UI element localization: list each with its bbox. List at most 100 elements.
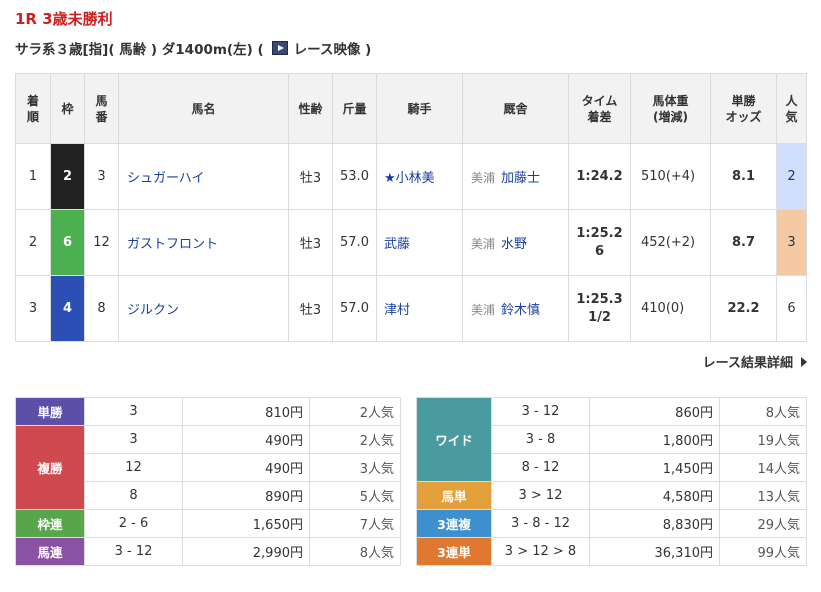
weight-carried: 53.0 <box>332 143 377 210</box>
bet-type-1: 複勝 <box>15 425 85 510</box>
popularity: 2 <box>776 143 807 210</box>
payout-amount: 4,580円 <box>589 481 720 510</box>
payout-row: 3連単 3 > 12 > 8 36,310円 99人気 <box>416 537 807 566</box>
payout-table-right: ワイド 3 - 12 860円 8人気 3 - 8 1,800円 19人気 8 - 12 1,4… <box>416 397 807 566</box>
win-odds: 22.2 <box>710 275 777 342</box>
jockey-link[interactable]: 武藤 <box>384 237 410 252</box>
trainer-link[interactable]: 水野 <box>501 237 527 252</box>
payout-combination: 3 > 12 > 8 <box>491 537 590 566</box>
weight-carried: 57.0 <box>332 209 377 276</box>
video-icon[interactable] <box>271 41 288 55</box>
finish-rank: 2 <box>15 209 51 276</box>
results-header-cell: 単勝 オッズ <box>710 73 777 144</box>
payout-amount: 1,800円 <box>589 425 720 454</box>
results-header-cell: 馬名 <box>118 73 289 144</box>
horse-name-link[interactable]: ジルクン <box>127 303 179 318</box>
payout-popularity: 5人気 <box>309 481 401 510</box>
frame-number: 4 <box>50 275 85 342</box>
results-row: 2 6 12 ガストフロント 牡3 57.0 武藤 美浦 水野 1:25.2 6 452(+2) 8.7… <box>15 209 807 276</box>
finish-rank: 1 <box>15 143 51 210</box>
trainer-cell: 美浦 鈴木慎 <box>462 275 569 342</box>
race-video-link[interactable]: レース映像 ) <box>294 38 372 58</box>
payout-popularity: 8人気 <box>719 397 807 426</box>
frame-number: 6 <box>50 209 85 276</box>
popularity: 6 <box>776 275 807 342</box>
race-conditions-text: サラ系３歳[指]( 馬齢 ) ダ1400m(左) ( <box>15 42 264 58</box>
chevron-right-icon <box>801 356 807 367</box>
payout-row: 馬連 3 - 12 2,990円 8人気 <box>15 537 401 566</box>
payout-popularity: 99人気 <box>719 537 807 566</box>
jockey-link[interactable]: 津村 <box>384 303 410 318</box>
bet-type-0: ワイド <box>416 397 492 482</box>
jockey-cell: 津村 <box>376 275 463 342</box>
trainer-region: 美浦 <box>471 303 496 317</box>
payout-combination: 8 <box>84 481 183 510</box>
payout-combination: 3 - 8 - 12 <box>491 509 590 538</box>
race-result-detail-link[interactable]: レース結果詳細 <box>703 352 807 371</box>
horse-name-cell: ガストフロント <box>118 209 289 276</box>
results-header-cell: 着順 <box>15 73 51 144</box>
payout-amount: 860円 <box>589 397 720 426</box>
win-odds: 8.7 <box>710 209 777 276</box>
payout-combination: 3 <box>84 397 183 426</box>
detail-link-label[interactable]: レース結果詳細 <box>703 352 793 371</box>
payout-popularity: 2人気 <box>309 425 401 454</box>
trainer-link[interactable]: 鈴木慎 <box>501 303 540 318</box>
payout-row: 馬単 3 > 12 4,580円 13人気 <box>416 481 807 510</box>
trainer-cell: 美浦 加藤士 <box>462 143 569 210</box>
bet-type-3: 馬連 <box>15 537 85 566</box>
weight-carried: 57.0 <box>332 275 377 342</box>
results-row: 3 4 8 ジルクン 牡3 57.0 津村 美浦 鈴木慎 1:25.3 1/2 410(0) 22.2 6 <box>15 275 807 342</box>
sex-age: 牡3 <box>288 143 333 210</box>
race-conditions: サラ系３歳[指]( 馬齢 ) ダ1400m(左) ( レース映像 ) <box>15 38 371 58</box>
bet-type-3: 3連単 <box>416 537 492 566</box>
payout-amount: 490円 <box>182 425 310 454</box>
payout-amount: 2,990円 <box>182 537 310 566</box>
bet-type-1: 馬単 <box>416 481 492 510</box>
payout-row: 複勝 3 490円 2人気 <box>15 425 401 510</box>
bet-type-2: 枠連 <box>15 509 85 538</box>
jockey-cell: 武藤 <box>376 209 463 276</box>
results-header-cell: 斤量 <box>332 73 377 144</box>
jockey-link[interactable]: ★小林美 <box>384 171 435 186</box>
payout-combination: 3 - 8 <box>491 425 590 454</box>
payout-amount: 490円 <box>182 453 310 482</box>
trainer-link[interactable]: 加藤士 <box>501 171 540 186</box>
payout-popularity: 14人気 <box>719 453 807 482</box>
horse-number: 3 <box>84 143 119 210</box>
payout-combination: 2 - 6 <box>84 509 183 538</box>
horse-number: 12 <box>84 209 119 276</box>
bet-type-2: 3連複 <box>416 509 492 538</box>
sex-age: 牡3 <box>288 209 333 276</box>
jockey-cell: ★小林美 <box>376 143 463 210</box>
sex-age: 牡3 <box>288 275 333 342</box>
finish-time: 1:25.2 <box>576 225 623 241</box>
horse-name-link[interactable]: シュガーハイ <box>127 171 204 186</box>
finish-margin: 1/2 <box>588 309 611 325</box>
payout-row: 単勝 3 810円 2人気 <box>15 397 401 426</box>
payout-combination: 3 - 12 <box>491 397 590 426</box>
payout-combination: 8 - 12 <box>491 453 590 482</box>
payout-amount: 36,310円 <box>589 537 720 566</box>
horse-name-cell: シュガーハイ <box>118 143 289 210</box>
payout-amount: 1,650円 <box>182 509 310 538</box>
body-weight: 452(+2) <box>630 209 711 276</box>
payout-combination: 3 > 12 <box>491 481 590 510</box>
horse-name-link[interactable]: ガストフロント <box>127 237 218 252</box>
finish-margin: 6 <box>594 243 605 259</box>
finish-time: 1:25.3 <box>576 291 623 307</box>
payout-popularity: 8人気 <box>309 537 401 566</box>
payout-popularity: 19人気 <box>719 425 807 454</box>
body-weight: 510(+4) <box>630 143 711 210</box>
trainer-region: 美浦 <box>471 171 496 185</box>
payout-popularity: 3人気 <box>309 453 401 482</box>
win-odds: 8.1 <box>710 143 777 210</box>
results-table: 着順枠馬番馬名 性齢 斤量 騎手 厩舎 タイム 着差 馬体重 (増減) 単勝 オッズ人気 1 2 3 シュ… <box>15 73 807 342</box>
frame-number: 2 <box>50 143 85 210</box>
payout-amount: 810円 <box>182 397 310 426</box>
payout-combination: 3 <box>84 425 183 454</box>
payout-row: 枠連 2 - 6 1,650円 7人気 <box>15 509 401 538</box>
payout-amount: 8,830円 <box>589 509 720 538</box>
trainer-region: 美浦 <box>471 237 496 251</box>
results-header-cell: 性齢 <box>288 73 333 144</box>
